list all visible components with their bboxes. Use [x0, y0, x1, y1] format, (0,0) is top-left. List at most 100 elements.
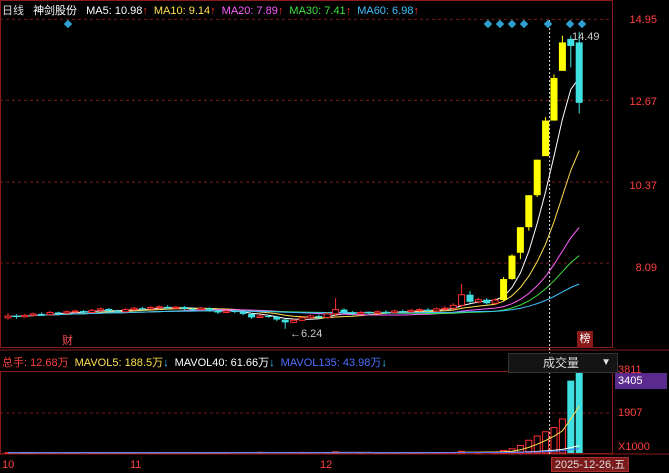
candle-body [181, 307, 188, 309]
candle-body [97, 309, 103, 310]
candle-body [467, 295, 474, 302]
candle-body [500, 279, 507, 300]
volume-bar [567, 381, 574, 453]
candle-body [517, 227, 524, 253]
candle-body [333, 310, 339, 314]
candle-body [358, 312, 364, 313]
low-arrow-icon: ← [290, 328, 301, 340]
ma-items: MA5: 10.98↑MA10: 9.14↑MA20: 7.89↑MA30: 7… [86, 5, 425, 17]
candle-body [450, 305, 456, 308]
candle-body [148, 307, 154, 308]
candle-body [492, 300, 498, 303]
candle-body [13, 316, 20, 317]
candle-body [72, 311, 78, 312]
candle-body [324, 314, 330, 318]
ma-legend: 日线 神剑股份 MA5: 10.98↑MA10: 9.14↑MA20: 7.89… [2, 3, 431, 19]
candle-body [399, 311, 406, 312]
candle-body [257, 316, 263, 317]
candle-body [231, 311, 238, 312]
volume-tick-bottom: X1000 [618, 441, 650, 453]
candle-body [307, 316, 313, 318]
candle-body [173, 307, 179, 308]
candle-body [315, 316, 322, 317]
dragon-tiger-list-marker[interactable]: 榜 [577, 331, 593, 347]
candle-body [64, 312, 70, 313]
down-arrow-icon: ↓ [163, 357, 169, 369]
candle-body [89, 310, 95, 312]
candle-body [433, 309, 439, 311]
candle-body [123, 310, 129, 312]
candle-body [223, 311, 229, 312]
ma30-line [8, 256, 579, 317]
volume-legend-item: MAVOL5: 188.5万↓ [75, 357, 169, 369]
down-arrow-icon: ↓ [381, 357, 387, 369]
up-arrow-icon: ↑ [346, 5, 352, 17]
candle-body [240, 312, 247, 314]
ma-legend-ma60: MA60: 6.98↑ [357, 5, 419, 17]
price-tick-3: 10.37 [629, 180, 657, 192]
up-arrow-icon: ↑ [142, 5, 148, 17]
candle-body [391, 311, 397, 312]
candle-body [38, 314, 45, 315]
candle-body [475, 300, 481, 302]
candle-body [30, 314, 36, 315]
up-arrow-icon: ↑ [278, 5, 284, 17]
candle-body [248, 314, 255, 318]
price-tick-4: 8.09 [636, 262, 657, 274]
ma5-line [8, 78, 579, 319]
candle-body [5, 316, 11, 318]
event-diamond-icon [544, 20, 552, 28]
cursor-date-label: 2025-12-26,五 [551, 457, 629, 472]
finance-marker[interactable]: 财 [62, 332, 73, 348]
x-tick-dec: 12 [320, 459, 332, 471]
candle-body [131, 308, 137, 309]
event-diamond-icon [520, 20, 528, 28]
candle-body [105, 309, 112, 311]
candle-body [408, 310, 414, 311]
candle-body [483, 300, 490, 304]
candle-body [282, 320, 289, 323]
candle-body [47, 312, 53, 314]
kline-chart-svg[interactable] [0, 0, 669, 472]
candle-body [425, 310, 432, 311]
candle-body [442, 308, 448, 309]
event-diamond-icon [566, 20, 574, 28]
event-diamond-icon [484, 20, 492, 28]
candle-body [375, 312, 381, 313]
candle-body [349, 312, 356, 313]
kline-chart-area[interactable] [0, 0, 669, 472]
candle-body [366, 312, 373, 313]
candle-body [22, 315, 28, 316]
event-diamond-icon [508, 20, 516, 28]
event-diamond-icon [496, 20, 504, 28]
candle-body [459, 295, 465, 306]
candle-body [198, 308, 204, 309]
candle-body [559, 42, 566, 70]
candle-body [265, 316, 272, 317]
candle-body [156, 307, 162, 308]
volume-legend-item: 总手: 12.68万 [2, 357, 69, 369]
price-tick-1: 14.95 [629, 14, 657, 26]
event-diamond-icon [578, 20, 586, 28]
candle-body [206, 308, 213, 310]
up-arrow-icon: ↑ [413, 5, 419, 17]
low-price-label: ←6.24 [290, 328, 322, 340]
ma-legend-ma30: MA30: 7.41↑ [289, 5, 351, 17]
volume-bar [559, 419, 565, 453]
volume-tick-mid: 1907 [618, 407, 642, 419]
volume-indicator-label: 成交量 [543, 354, 579, 372]
candle-body [55, 312, 62, 313]
candle-body [417, 310, 423, 311]
volume-bar [551, 427, 557, 453]
volume-bar [576, 372, 583, 453]
volume-indicator-select[interactable]: 成交量 ▼ [508, 353, 618, 373]
up-arrow-icon: ↑ [210, 5, 216, 17]
x-tick-oct: 10 [2, 459, 14, 471]
chevron-down-icon: ▼ [601, 354, 611, 372]
price-panel-frame [1, 1, 613, 348]
event-diamond-icon [64, 20, 72, 28]
volume-bar [543, 432, 549, 453]
candle-body [80, 311, 87, 312]
high-price-label: 14.49 [572, 31, 600, 43]
candle-body [164, 307, 171, 308]
